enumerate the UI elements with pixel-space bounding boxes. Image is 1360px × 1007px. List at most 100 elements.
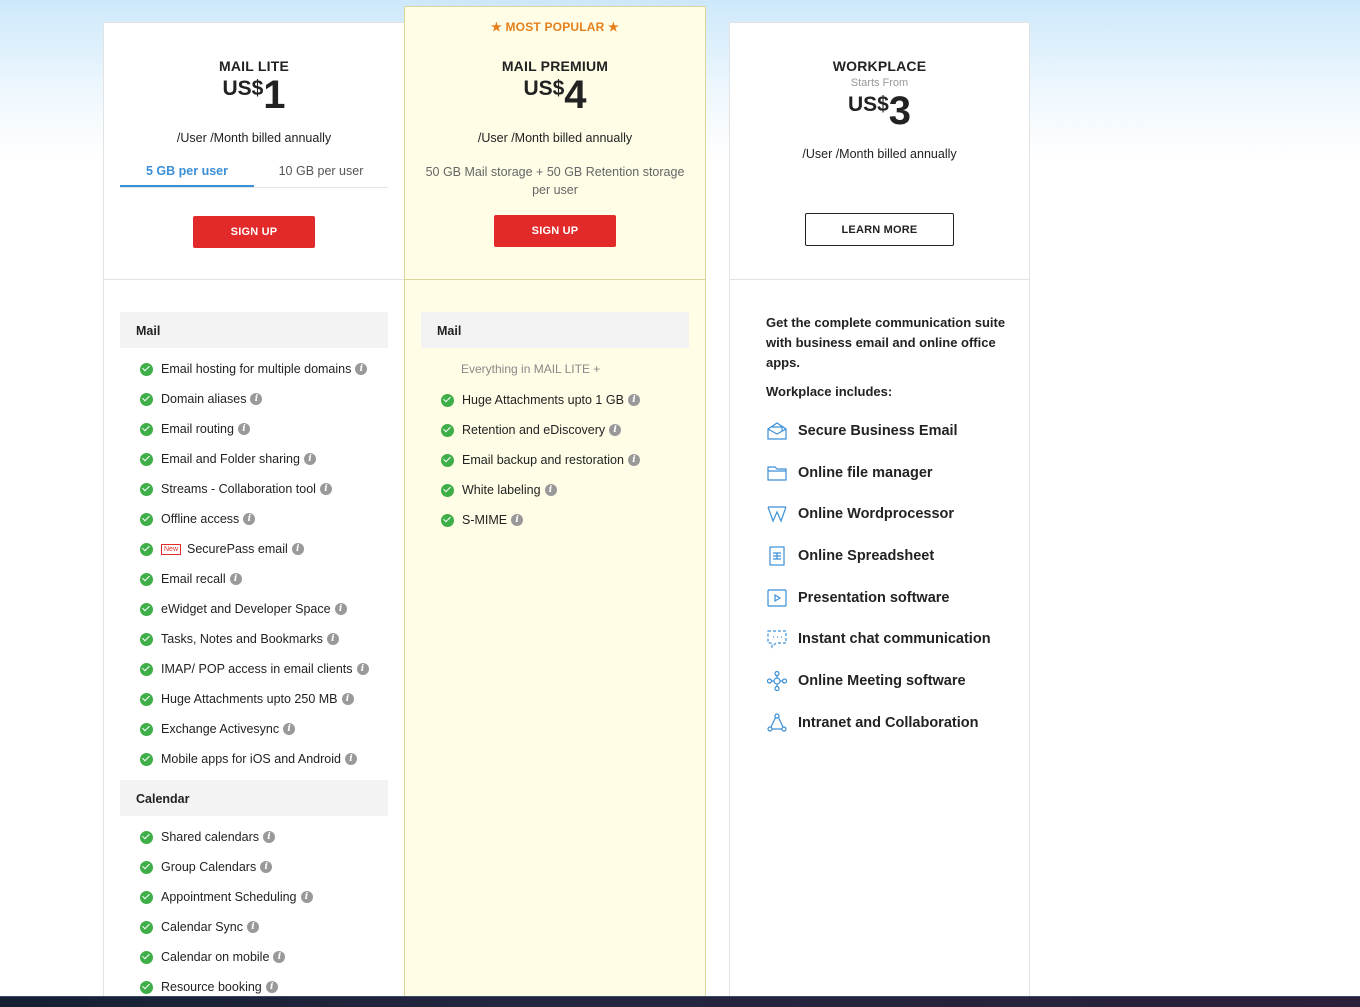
check-icon	[140, 860, 153, 874]
check-icon	[140, 692, 153, 706]
feature-item: White labeling i	[441, 475, 640, 505]
workplace-app-item: Online Spreadsheet	[766, 535, 991, 577]
plan-header: WORKPLACE Starts From US$3 /User /Month …	[730, 23, 1029, 280]
starts-from-label: Starts From	[850, 77, 909, 89]
check-icon	[140, 920, 153, 934]
info-icon[interactable]: i	[355, 363, 368, 375]
section-head-calendar: Calendar	[120, 780, 388, 816]
workplace-app-label: Presentation software	[798, 589, 950, 606]
info-icon[interactable]: i	[243, 513, 256, 525]
price-amount: 1	[263, 73, 286, 117]
storage-tabs: 5 GB per user 10 GB per user	[120, 153, 388, 188]
info-icon[interactable]: i	[247, 921, 259, 933]
check-icon	[140, 392, 153, 406]
info-icon[interactable]: i	[260, 861, 273, 873]
workplace-app-item: Online Wordprocessor	[766, 493, 991, 535]
feature-item: Email hosting for multiple domains i	[140, 354, 369, 384]
feature-list-calendar: Shared calendars i Group Calendars i Appoint…	[140, 822, 313, 1002]
check-icon	[140, 950, 153, 964]
feature-label: Tasks, Notes and Bookmarks	[161, 632, 323, 646]
feature-label: Email backup and restoration	[462, 453, 624, 467]
feature-item: S-MIME i	[441, 505, 640, 535]
check-icon	[140, 362, 153, 376]
check-icon	[441, 453, 454, 467]
feature-label: White labeling	[462, 483, 541, 497]
feature-label: Email routing	[161, 422, 234, 436]
feature-label: Email and Folder sharing	[161, 452, 300, 466]
info-icon[interactable]: i	[262, 831, 275, 843]
price-currency: US$	[847, 93, 889, 116]
feature-item: New SecurePass email i	[140, 534, 369, 564]
feature-item: Email and Folder sharing i	[140, 444, 369, 474]
price-amount: 4	[564, 73, 587, 117]
info-icon[interactable]: i	[627, 454, 640, 466]
price-currency: US$	[222, 77, 264, 100]
feature-label: IMAP/ POP access in email clients	[161, 662, 353, 676]
plan-header: ★ MOST POPULAR ★ MAIL PREMIUM US$4 /User…	[405, 7, 705, 280]
everything-in-lite-note: Everything in MAIL LITE +	[461, 362, 601, 376]
tab-10gb[interactable]: 10 GB per user	[254, 153, 388, 187]
feature-item: Email routing i	[140, 414, 369, 444]
plan-name: WORKPLACE	[832, 58, 927, 74]
tab-5gb[interactable]: 5 GB per user	[120, 153, 254, 187]
workplace-includes-title: Workplace includes:	[766, 384, 893, 399]
feature-item: Email recall i	[140, 564, 369, 594]
info-icon[interactable]: i	[341, 693, 354, 705]
check-icon	[140, 422, 153, 436]
check-icon	[140, 572, 153, 586]
info-icon[interactable]: i	[544, 484, 557, 496]
info-icon[interactable]: i	[326, 633, 339, 645]
info-icon[interactable]: i	[356, 663, 369, 675]
feature-item: Domain aliases i	[140, 384, 369, 414]
info-icon[interactable]: i	[344, 753, 357, 765]
plan-card-workplace: WORKPLACE Starts From US$3 /User /Month …	[729, 22, 1030, 1007]
workplace-app-item: Online file manager	[766, 452, 991, 494]
plan-card-mail-premium: ★ MOST POPULAR ★ MAIL PREMIUM US$4 /User…	[404, 6, 706, 1007]
learn-more-button[interactable]: LEARN MORE	[805, 213, 954, 246]
workplace-app-item: Instant chat communication	[766, 618, 991, 660]
check-icon	[441, 513, 454, 527]
feature-label: Retention and eDiscovery	[462, 423, 606, 437]
plan-price: US$1	[104, 75, 404, 115]
info-icon[interactable]: i	[291, 543, 304, 555]
check-icon	[140, 452, 153, 466]
plan-name: MAIL LITE	[219, 58, 289, 74]
plan-header: MAIL LITE US$1 /User /Month billed annua…	[104, 23, 404, 280]
billing-text: /User /Month billed annually	[802, 147, 957, 161]
feature-item: Shared calendars i	[140, 822, 313, 852]
info-icon[interactable]: i	[229, 573, 242, 585]
info-icon[interactable]: i	[273, 951, 286, 963]
info-icon[interactable]: i	[265, 981, 278, 993]
chat-icon	[766, 628, 788, 650]
workplace-app-item: Presentation software	[766, 577, 991, 619]
feature-item: Offline access i	[140, 504, 369, 534]
feature-item: Huge Attachments upto 250 MB i	[140, 684, 369, 714]
feature-item: Mobile apps for iOS and Android i	[140, 744, 369, 774]
info-icon[interactable]: i	[283, 723, 296, 735]
billing-text: /User /Month billed annually	[176, 131, 332, 145]
feature-item: Exchange Activesync i	[140, 714, 369, 744]
info-icon[interactable]: i	[300, 891, 313, 903]
info-icon[interactable]: i	[319, 483, 332, 495]
info-icon[interactable]: i	[511, 514, 524, 526]
info-icon[interactable]: i	[303, 453, 316, 465]
sign-up-button[interactable]: SIGN UP	[193, 216, 315, 248]
billing-text: /User /Month billed annually	[477, 131, 633, 145]
feature-label: Email hosting for multiple domains	[161, 362, 352, 376]
sign-up-button[interactable]: SIGN UP	[494, 215, 616, 247]
info-icon[interactable]: i	[237, 423, 250, 435]
info-icon[interactable]: i	[334, 603, 347, 615]
info-icon[interactable]: i	[609, 424, 622, 436]
check-icon	[140, 752, 153, 766]
feature-label: Appointment Scheduling	[161, 890, 297, 904]
price-amount: 3	[888, 89, 912, 133]
feature-label: eWidget and Developer Space	[161, 602, 331, 616]
plan-price: US$4	[405, 75, 705, 115]
workplace-app-label: Online Spreadsheet	[798, 547, 935, 564]
info-icon[interactable]: i	[627, 394, 640, 406]
feature-label: Huge Attachments upto 250 MB	[161, 692, 338, 706]
info-icon[interactable]: i	[250, 393, 263, 405]
feature-label: Group Calendars	[161, 860, 257, 874]
check-icon	[140, 722, 153, 736]
feature-label: Email recall	[161, 572, 226, 586]
